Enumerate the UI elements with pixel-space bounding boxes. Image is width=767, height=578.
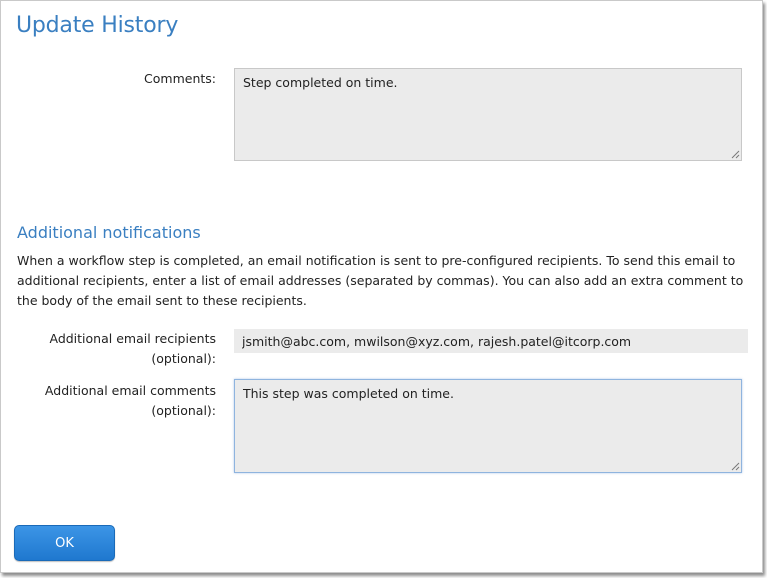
dialog-title: Update History — [16, 13, 179, 38]
update-history-dialog: Update History Comments: Step completed … — [0, 0, 763, 573]
recipients-input[interactable] — [234, 329, 748, 353]
email-comments-field-wrapper: This step was completed on time. — [234, 379, 742, 473]
recipients-label-line2: (optional): — [151, 351, 216, 366]
ok-button[interactable]: OK — [14, 525, 115, 561]
comments-label: Comments: — [144, 71, 216, 86]
email-comments-label: Additional email comments (optional): — [41, 381, 216, 421]
notifications-description: When a workflow step is completed, an em… — [17, 253, 744, 308]
email-comments-label-line1: Additional email comments — [44, 383, 216, 398]
email-comments-textarea[interactable]: This step was completed on time. — [234, 379, 742, 473]
recipients-label-line1: Additional email recipients — [49, 331, 216, 346]
comments-field-wrapper: Step completed on time. — [234, 68, 742, 161]
email-comments-label-line2: (optional): — [151, 403, 216, 418]
comments-textarea[interactable]: Step completed on time. — [234, 68, 742, 161]
recipients-label: Additional email recipients (optional): — [41, 329, 216, 369]
additional-notifications-heading: Additional notifications — [17, 223, 201, 242]
